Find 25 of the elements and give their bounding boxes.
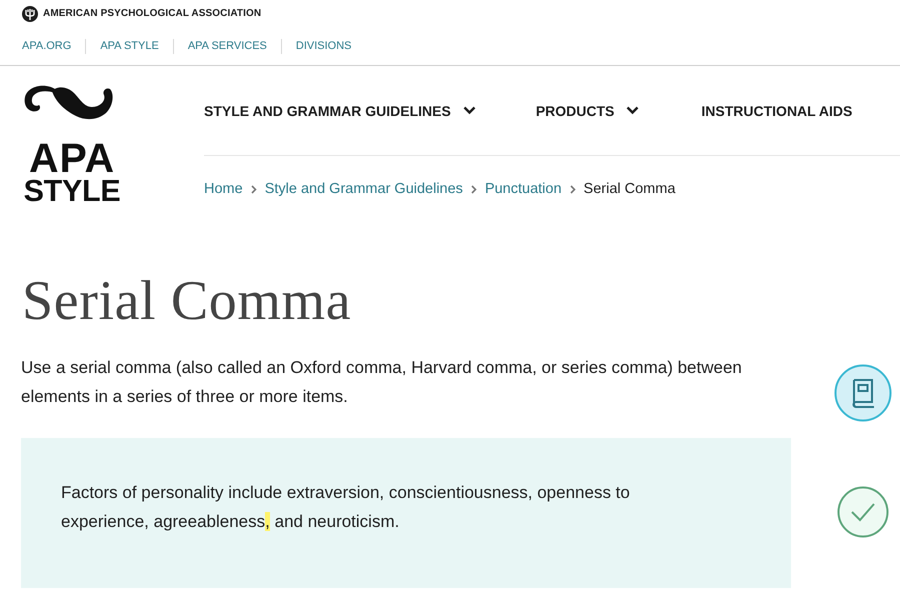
chevron-down-icon (626, 106, 640, 115)
check-icon (837, 486, 889, 538)
logo-wordmark[interactable]: APA STYLE (22, 138, 122, 206)
chevron-right-icon (570, 184, 576, 194)
current-page-label: Serial Comma (584, 181, 676, 197)
nav-menu-item[interactable]: INSTRUCTIONAL AIDS (701, 102, 852, 118)
top-link[interactable]: DIVISIONS (296, 40, 352, 52)
top-link[interactable]: APA SERVICES (188, 40, 267, 52)
nav-menu-item[interactable]: STYLE AND GRAMMAR GUIDELINES (204, 102, 476, 118)
top-link[interactable]: APA.ORG (22, 40, 72, 52)
chevron-right-icon (470, 184, 477, 194)
organization-logo-icon (22, 6, 38, 22)
chevron-down-icon (462, 106, 476, 115)
logo-mark-icon (22, 83, 114, 121)
breadcrumb-link[interactable]: Home (204, 181, 243, 197)
breadcrumb-link[interactable]: Style and Grammar Guidelines (264, 181, 463, 197)
chevron-right-icon (250, 184, 257, 194)
organization-name: AMERICAN PSYCHOLOGICAL ASSOCIATION (43, 8, 262, 20)
book-icon (834, 364, 892, 422)
body-paragraph: Use a serial comma (also called an Oxford comma, Harvard comma, or series comma) between elements in a series of three or more items. (21, 357, 743, 408)
top-link[interactable]: APA STYLE (100, 40, 159, 52)
page-title: Serial Comma (22, 269, 352, 334)
nav-menu-item[interactable]: PRODUCTS (536, 102, 640, 118)
example-sentence: Factors of personality include extraversion, conscientiousness, openness to experience, agreeableness, and neuroticism. (61, 482, 631, 533)
breadcrumb-link[interactable]: Punctuation (484, 181, 562, 197)
